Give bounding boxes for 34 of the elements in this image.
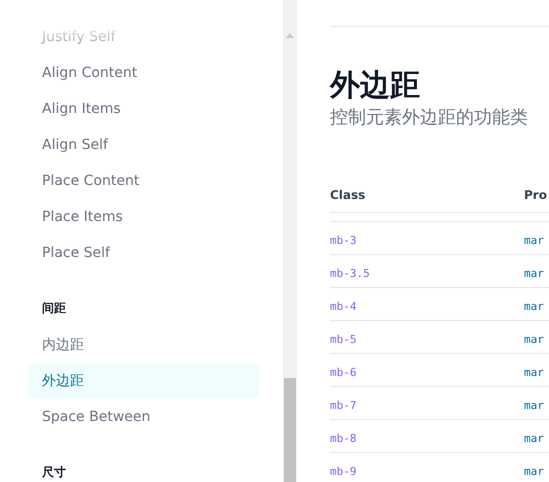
table-cell: mb-3.5 bbox=[330, 266, 370, 280]
scrollbar-track[interactable] bbox=[283, 0, 297, 482]
sidebar-item[interactable]: Space Between bbox=[28, 399, 259, 435]
page-title: 外边距 bbox=[330, 67, 421, 105]
table-cell: mar bbox=[524, 398, 544, 412]
column-header: Class bbox=[330, 188, 366, 202]
table-cell: mar bbox=[524, 234, 544, 246]
table-cell: mar bbox=[524, 300, 544, 312]
sidebar-item[interactable]: Place Self bbox=[28, 235, 259, 271]
sidebar-item[interactable]: Place Content bbox=[28, 163, 259, 199]
sidebar-item[interactable]: Align Self bbox=[28, 127, 259, 163]
table-cell: mar bbox=[524, 464, 544, 478]
sidebar-item[interactable]: Place Items bbox=[28, 199, 259, 235]
page-subtitle: 控制元素外边距的功能类 bbox=[330, 106, 529, 130]
table-cell: mar bbox=[524, 432, 544, 444]
sidebar-item[interactable]: Align Items bbox=[28, 91, 259, 127]
sidebar-item[interactable]: 外边距 bbox=[28, 363, 259, 399]
scrollbar-thumb[interactable] bbox=[284, 378, 296, 482]
sidebar-section-heading: 间距 bbox=[41, 300, 67, 316]
table-cell: mb-5 bbox=[330, 332, 356, 346]
table-cell: mb-6 bbox=[330, 366, 356, 378]
table-cell: mb-4 bbox=[330, 300, 356, 312]
table-cell: mb-7 bbox=[330, 398, 356, 412]
column-header: Pro bbox=[524, 188, 547, 202]
table-cell: mar bbox=[524, 366, 544, 378]
scroll-up-arrow-icon[interactable] bbox=[286, 33, 294, 38]
table-cell: mb-3 bbox=[330, 234, 356, 246]
sidebar-section-heading: 尺寸 bbox=[41, 464, 67, 480]
table-cell: mar bbox=[524, 266, 544, 280]
sidebar-item[interactable]: 内边距 bbox=[28, 327, 259, 363]
table-cell: mb-8 bbox=[330, 432, 356, 444]
sidebar-item[interactable]: Align Content bbox=[28, 55, 259, 91]
table-cell: mar bbox=[524, 332, 544, 346]
table-cell: mb-9 bbox=[330, 464, 356, 478]
